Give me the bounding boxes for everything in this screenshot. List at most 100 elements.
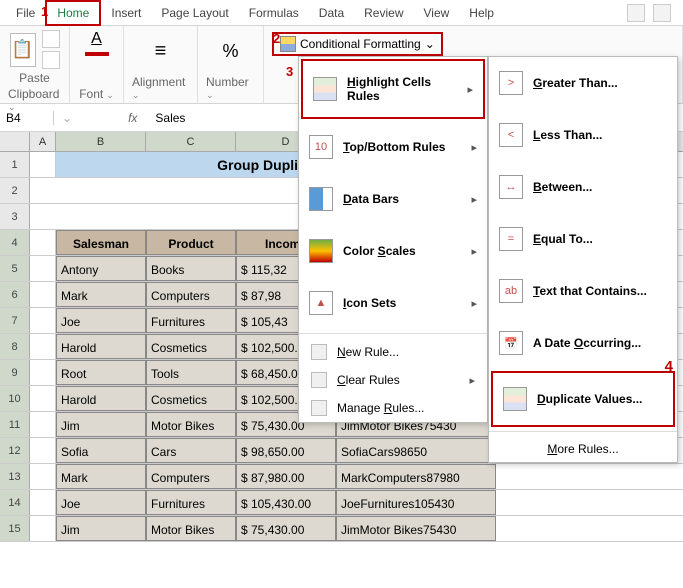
cell-salesman[interactable]: Mark xyxy=(56,282,146,307)
cell-key[interactable]: JoeFurnitures105430 xyxy=(336,490,496,515)
cell-key[interactable]: JimMotor Bikes75430 xyxy=(336,516,496,541)
menu-new-rule[interactable]: New Rule... xyxy=(299,338,487,366)
cell-product[interactable]: Computers xyxy=(146,282,236,307)
cell-income[interactable]: $ 87,980.00 xyxy=(236,464,336,489)
callout-1: 1 xyxy=(41,4,48,19)
menu-duplicate-values[interactable]: Duplicate Values... xyxy=(491,371,675,427)
row-header[interactable]: 10 xyxy=(0,386,30,411)
row-header[interactable]: 5 xyxy=(0,256,30,281)
menu-top-bottom-rules[interactable]: 10Top/Bottom Rules▸ xyxy=(299,121,487,173)
conditional-formatting-label: Conditional Formatting xyxy=(300,37,421,51)
cell-key[interactable]: SofiaCars98650 xyxy=(336,438,496,463)
row-header[interactable]: 12 xyxy=(0,438,30,463)
name-box[interactable]: B4 xyxy=(0,111,54,125)
row-header[interactable]: 4 xyxy=(0,230,30,255)
tab-view[interactable]: View xyxy=(414,2,460,24)
menu-highlight-cells-rules[interactable]: Highlight Cells Rules▸ xyxy=(301,59,485,119)
duplicate-icon xyxy=(503,387,527,411)
menu-clear-rules[interactable]: Clear Rules▸ xyxy=(299,366,487,394)
row-header[interactable]: 9 xyxy=(0,360,30,385)
tab-review[interactable]: Review xyxy=(354,2,413,24)
row-header[interactable]: 1 xyxy=(0,152,30,177)
cell-salesman[interactable]: Sofia xyxy=(56,438,146,463)
tab-formulas[interactable]: Formulas xyxy=(239,2,309,24)
date-icon: 📅 xyxy=(499,331,523,355)
cut-icon[interactable] xyxy=(42,30,60,48)
row-header[interactable]: 7 xyxy=(0,308,30,333)
tab-home[interactable]: Home xyxy=(45,0,101,26)
cell-income[interactable]: $ 75,430.00 xyxy=(236,516,336,541)
cell-salesman[interactable]: Harold xyxy=(56,334,146,359)
cell-salesman[interactable]: Joe xyxy=(56,490,146,515)
row-header[interactable]: 15 xyxy=(0,516,30,541)
cell-product[interactable]: Cosmetics xyxy=(146,334,236,359)
menu-greater-than[interactable]: >Greater Than... xyxy=(489,57,677,109)
percent-icon[interactable]: % xyxy=(222,41,238,62)
row-header[interactable]: 8 xyxy=(0,334,30,359)
formula-input[interactable]: Sales xyxy=(145,111,185,125)
menu-manage-rules[interactable]: Manage Rules... xyxy=(299,394,487,422)
cell-product[interactable]: Motor Bikes xyxy=(146,516,236,541)
menu-date-occurring[interactable]: 📅A Date Occurring... xyxy=(489,317,677,369)
conditional-formatting-icon xyxy=(280,36,296,52)
paste-label: Paste xyxy=(19,71,50,85)
cell-product[interactable]: Cosmetics xyxy=(146,386,236,411)
tab-help[interactable]: Help xyxy=(459,2,504,24)
col-a[interactable]: A xyxy=(30,132,56,151)
cell-product[interactable]: Tools xyxy=(146,360,236,385)
text-icon: ab xyxy=(499,279,523,303)
row-header[interactable]: 3 xyxy=(0,204,30,229)
menu-color-scales[interactable]: Color Scales▸ xyxy=(299,225,487,277)
menu-icon-sets[interactable]: ▲Icon Sets▸ xyxy=(299,277,487,329)
tab-file[interactable]: File xyxy=(6,2,45,24)
topbottom-icon: 10 xyxy=(309,135,333,159)
databars-icon xyxy=(309,187,333,211)
tab-data[interactable]: Data xyxy=(309,2,354,24)
cell-salesman[interactable]: Harold xyxy=(56,386,146,411)
cell-salesman[interactable]: Antony xyxy=(56,256,146,281)
tab-page-layout[interactable]: Page Layout xyxy=(151,2,238,24)
cell-income[interactable]: $ 98,650.00 xyxy=(236,438,336,463)
menu-more-rules[interactable]: More Rules... xyxy=(489,436,677,462)
col-c[interactable]: C xyxy=(146,132,236,151)
row-header[interactable]: 11 xyxy=(0,412,30,437)
menu-text-contains[interactable]: abText that Contains... xyxy=(489,265,677,317)
cell-product[interactable]: Motor Bikes xyxy=(146,412,236,437)
cell-product[interactable]: Books xyxy=(146,256,236,281)
col-b[interactable]: B xyxy=(56,132,146,151)
cell-income[interactable]: $ 105,430.00 xyxy=(236,490,336,515)
hdr-salesman[interactable]: Salesman xyxy=(56,230,146,255)
cell-salesman[interactable]: Joe xyxy=(56,308,146,333)
tab-insert[interactable]: Insert xyxy=(101,2,151,24)
share-icon[interactable] xyxy=(627,4,645,22)
font-icon[interactable]: A xyxy=(91,30,102,48)
cell-product[interactable]: Cars xyxy=(146,438,236,463)
conditional-formatting-button[interactable]: Conditional Formatting ⌄ xyxy=(272,32,443,56)
highlight-icon xyxy=(313,77,337,101)
cell-product[interactable]: Furnitures xyxy=(146,308,236,333)
menu-between[interactable]: ↔Between... xyxy=(489,161,677,213)
cell-salesman[interactable]: Root xyxy=(56,360,146,385)
comments-icon[interactable] xyxy=(653,4,671,22)
copy-icon[interactable] xyxy=(42,51,60,69)
manage-rules-icon xyxy=(311,400,327,416)
cell-key[interactable]: MarkComputers87980 xyxy=(336,464,496,489)
cell-salesman[interactable]: Jim xyxy=(56,516,146,541)
align-icon[interactable]: ≡ xyxy=(155,40,167,63)
row-header[interactable]: 6 xyxy=(0,282,30,307)
cell-salesman[interactable]: Jim xyxy=(56,412,146,437)
conditional-formatting-menu: Highlight Cells Rules▸ 10Top/Bottom Rule… xyxy=(298,56,488,423)
paste-icon[interactable]: 📋 xyxy=(10,33,36,67)
menu-data-bars[interactable]: Data Bars▸ xyxy=(299,173,487,225)
cell-product[interactable]: Computers xyxy=(146,464,236,489)
cell-product[interactable]: Furnitures xyxy=(146,490,236,515)
row-header[interactable]: 14 xyxy=(0,490,30,515)
menu-less-than[interactable]: <Less Than... xyxy=(489,109,677,161)
ribbon-tabs: File Home Insert Page Layout Formulas Da… xyxy=(0,0,683,26)
row-header[interactable]: 13 xyxy=(0,464,30,489)
menu-equal-to[interactable]: =Equal To... xyxy=(489,213,677,265)
hdr-product[interactable]: Product xyxy=(146,230,236,255)
cell-salesman[interactable]: Mark xyxy=(56,464,146,489)
fx-label[interactable]: fx xyxy=(120,111,145,125)
row-header[interactable]: 2 xyxy=(0,178,30,203)
